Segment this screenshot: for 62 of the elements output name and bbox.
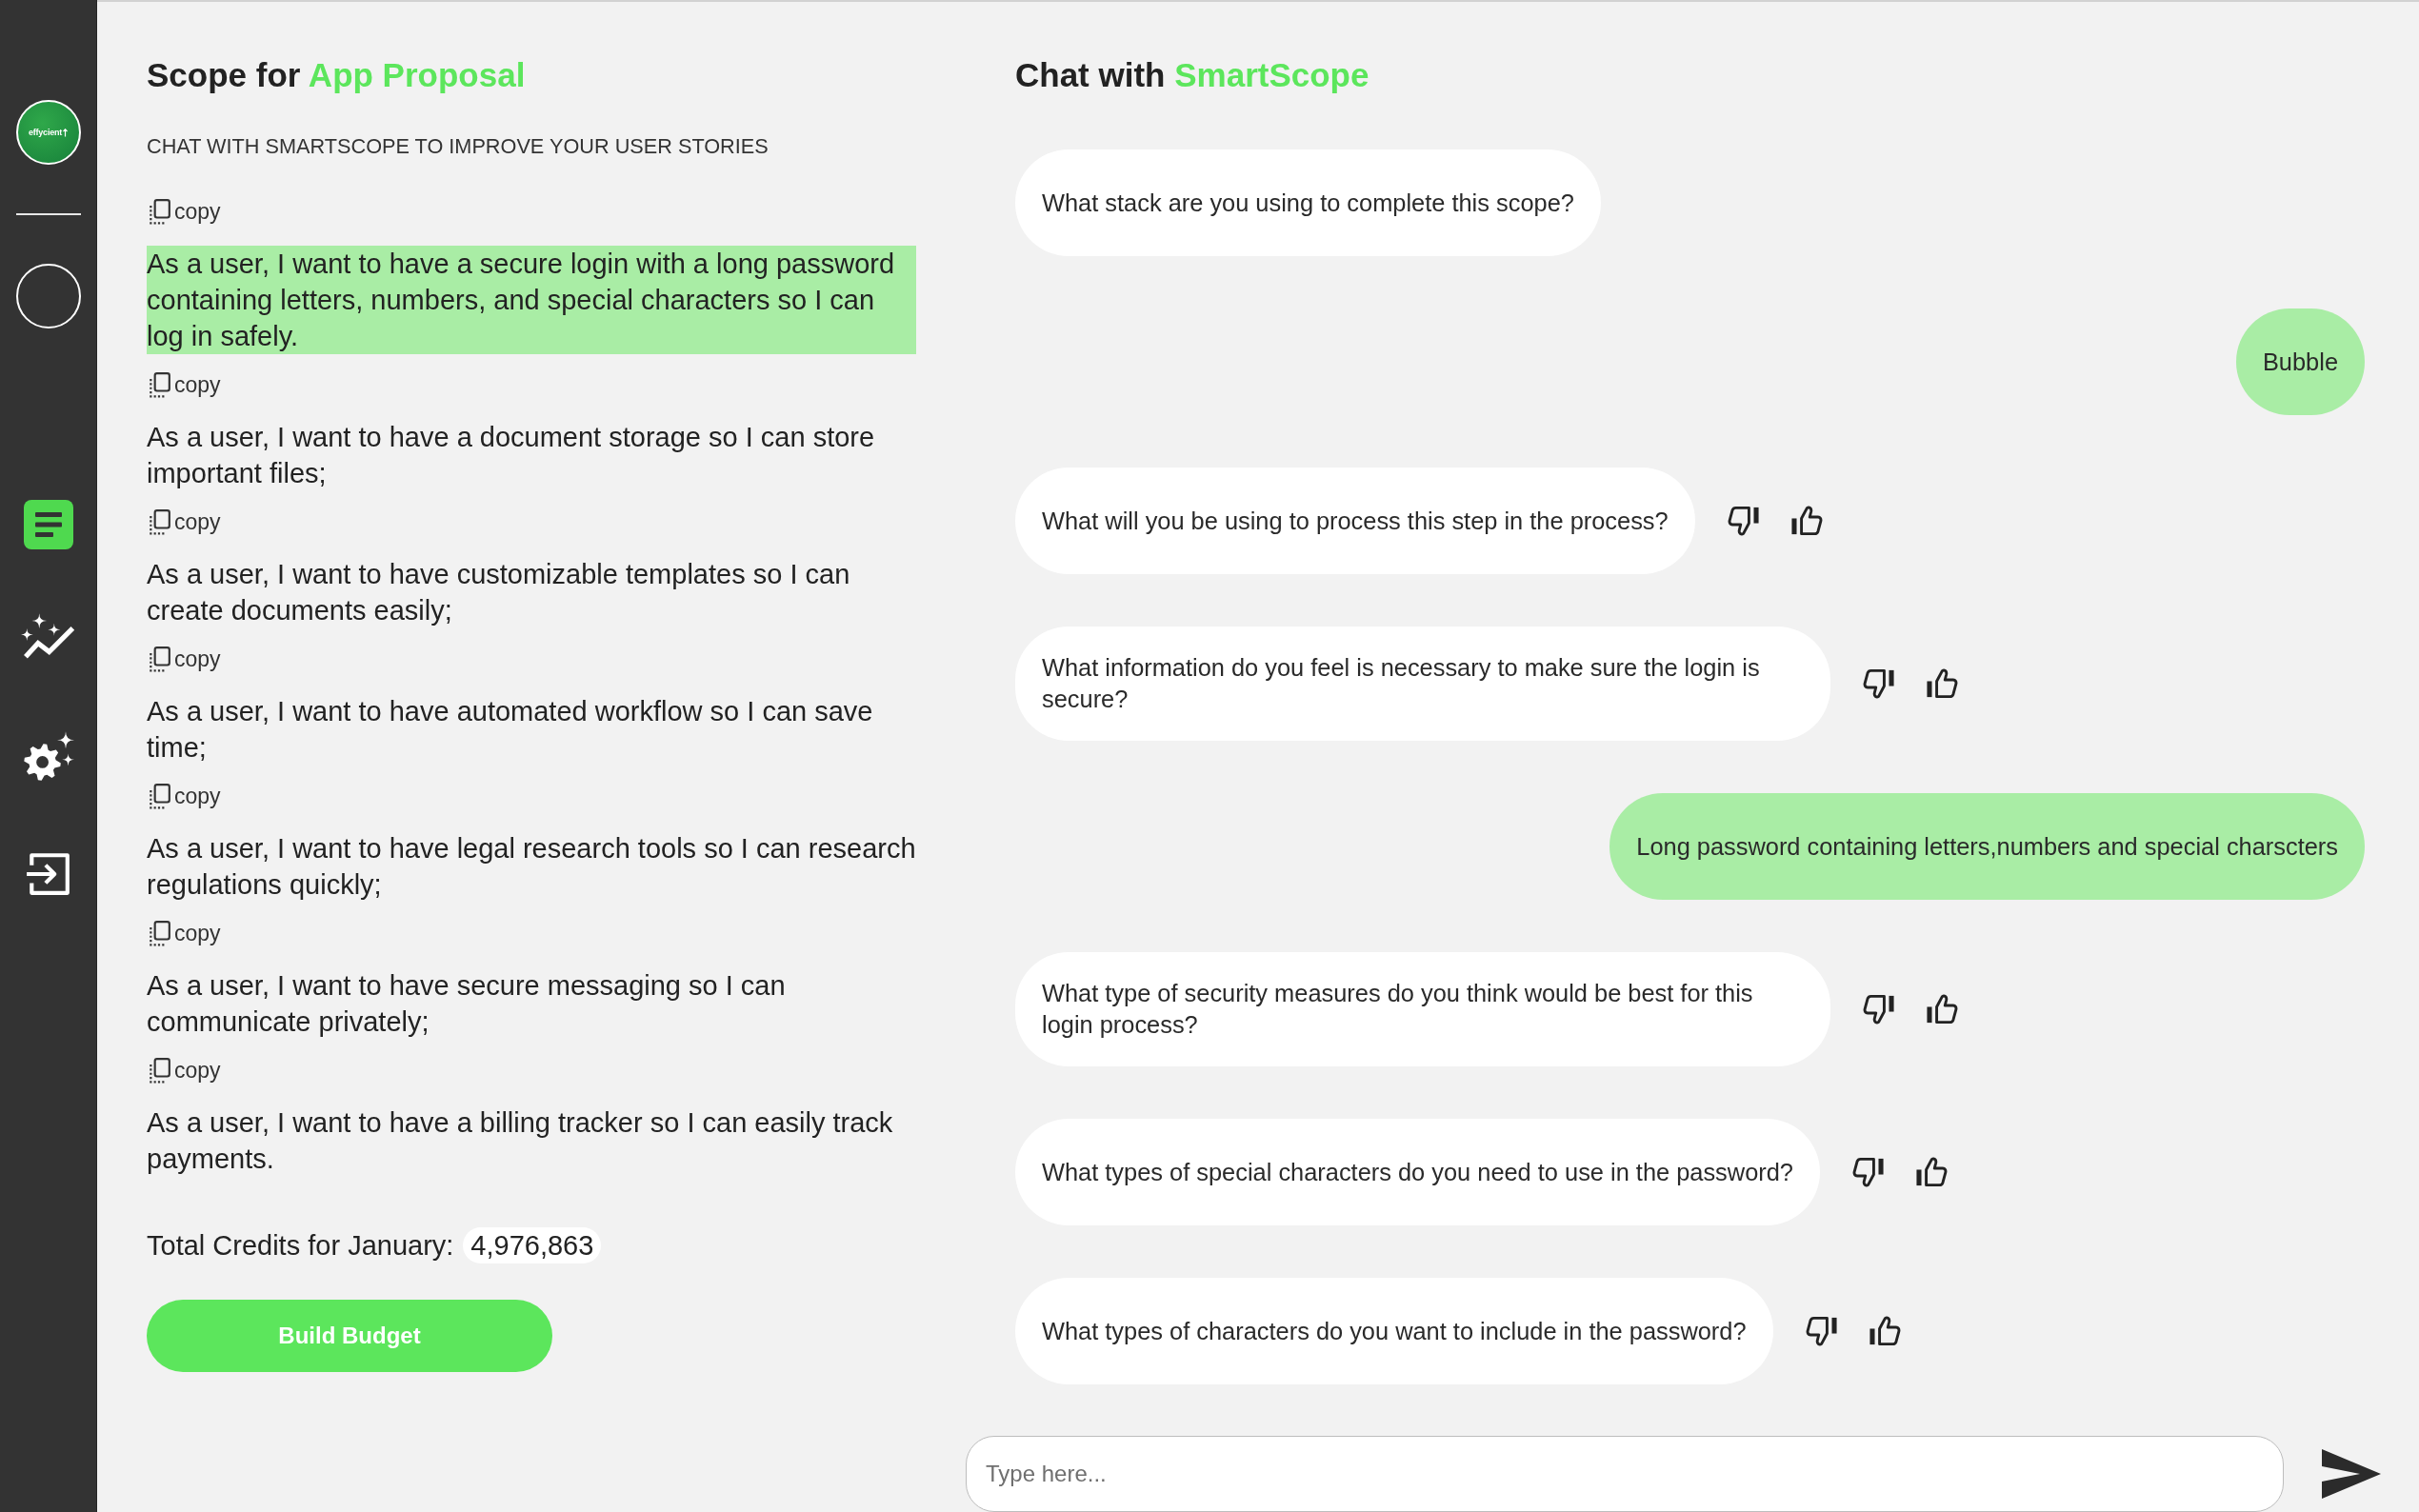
copy-icon [147, 645, 171, 673]
thumbs-down-icon [1863, 668, 1895, 699]
dislike-button[interactable] [1805, 1316, 1838, 1346]
exit-arrow-icon [24, 850, 72, 898]
user-story-text: As a user, I want to have a billing tracker so I can easily track payments. [147, 1106, 894, 1176]
chat-bubble: Long password containing letters,numbers and special charscters [1609, 793, 2365, 900]
copy-button[interactable]: copy [147, 919, 221, 947]
like-button[interactable] [1915, 1157, 1948, 1187]
chat-bubble: What will you be using to process this step in the process? [1015, 468, 1695, 574]
user-story-text: As a user, I want to have a secure login with a long password containing letters, numbers, and special characters so I can log in safely. [147, 246, 916, 354]
thumbs-up-icon [1926, 994, 1958, 1025]
thumbs-up-icon [1915, 1157, 1948, 1187]
dislike-button[interactable] [1863, 994, 1895, 1025]
credits-value: 4,976,863 [463, 1227, 602, 1263]
like-button[interactable] [1868, 1316, 1901, 1346]
copy-button[interactable]: copy [147, 197, 221, 226]
copy-icon [147, 782, 171, 810]
copy-icon [147, 197, 171, 226]
copy-button[interactable]: copy [147, 370, 221, 399]
user-story-text: As a user, I want to have a document storage so I can store important files; [147, 421, 876, 490]
chat-bubble: What types of special characters do you need to use in the password? [1015, 1119, 1820, 1225]
dislike-button[interactable] [1863, 668, 1895, 699]
copy-button[interactable]: copy [147, 1056, 221, 1084]
user-story-text: As a user, I want to have customizable templates so I can create documents easily; [147, 558, 851, 627]
credits-label: Total Credits for January: [147, 1229, 454, 1263]
thumbs-down-icon [1863, 994, 1895, 1025]
page-title: Scope for App Proposal [147, 55, 526, 95]
nav-button[interactable] [23, 500, 73, 549]
copy-button[interactable]: copy [147, 507, 221, 536]
dislike-button[interactable] [1852, 1157, 1885, 1187]
avatar-placeholder[interactable] [15, 264, 81, 328]
thumbs-down-icon [1852, 1157, 1885, 1187]
chat-bubble: Bubble [2235, 308, 2365, 415]
thumbs-down-icon [1805, 1316, 1838, 1346]
copy-button[interactable]: copy [147, 645, 221, 673]
chat-title: Chat with SmartScope [1015, 55, 1369, 95]
chat-bubble: What information do you feel is necessary to make sure the login is secure? [1015, 627, 1830, 741]
like-button[interactable] [1926, 668, 1958, 699]
copy-icon [147, 370, 171, 399]
copy-button[interactable]: copy [147, 782, 221, 810]
copy-icon [147, 1056, 171, 1084]
thumbs-up-icon [1926, 668, 1958, 699]
logo-text: effycient [28, 128, 63, 137]
copy-icon [147, 507, 171, 536]
thumbs-up-icon [1868, 1316, 1901, 1346]
send-icon [2322, 1449, 2381, 1499]
like-button[interactable] [1926, 994, 1958, 1025]
subtitle: CHAT WITH SMARTSCOPE TO IMPROVE YOUR USER STORIES [147, 133, 769, 160]
user-story-text: As a user, I want to have legal research tools so I can research regulations quickly; [147, 832, 916, 902]
chat-bubble: What stack are you using to complete this scope? [1015, 149, 1601, 256]
user-story-text: As a user, I want to have secure messaging so I can communicate privately; [147, 969, 787, 1039]
thumbs-up-icon [1789, 506, 1823, 536]
copy-icon [147, 919, 171, 947]
dislike-button[interactable] [1727, 506, 1760, 536]
thumbs-down-icon [1727, 506, 1760, 536]
chat-bubble: What type of security measures do you think would be best for this login process? [1015, 952, 1830, 1066]
up-arrow-icon [63, 128, 69, 137]
like-button[interactable] [1789, 506, 1823, 536]
chat-bubble: What types of characters do you want to include in the password? [1015, 1278, 1773, 1384]
message-input[interactable]: Type here... [966, 1436, 2284, 1512]
send-button[interactable] [2322, 1449, 2381, 1499]
user-story-text: As a user, I want to have automated workflow so I can save time; [147, 695, 874, 765]
